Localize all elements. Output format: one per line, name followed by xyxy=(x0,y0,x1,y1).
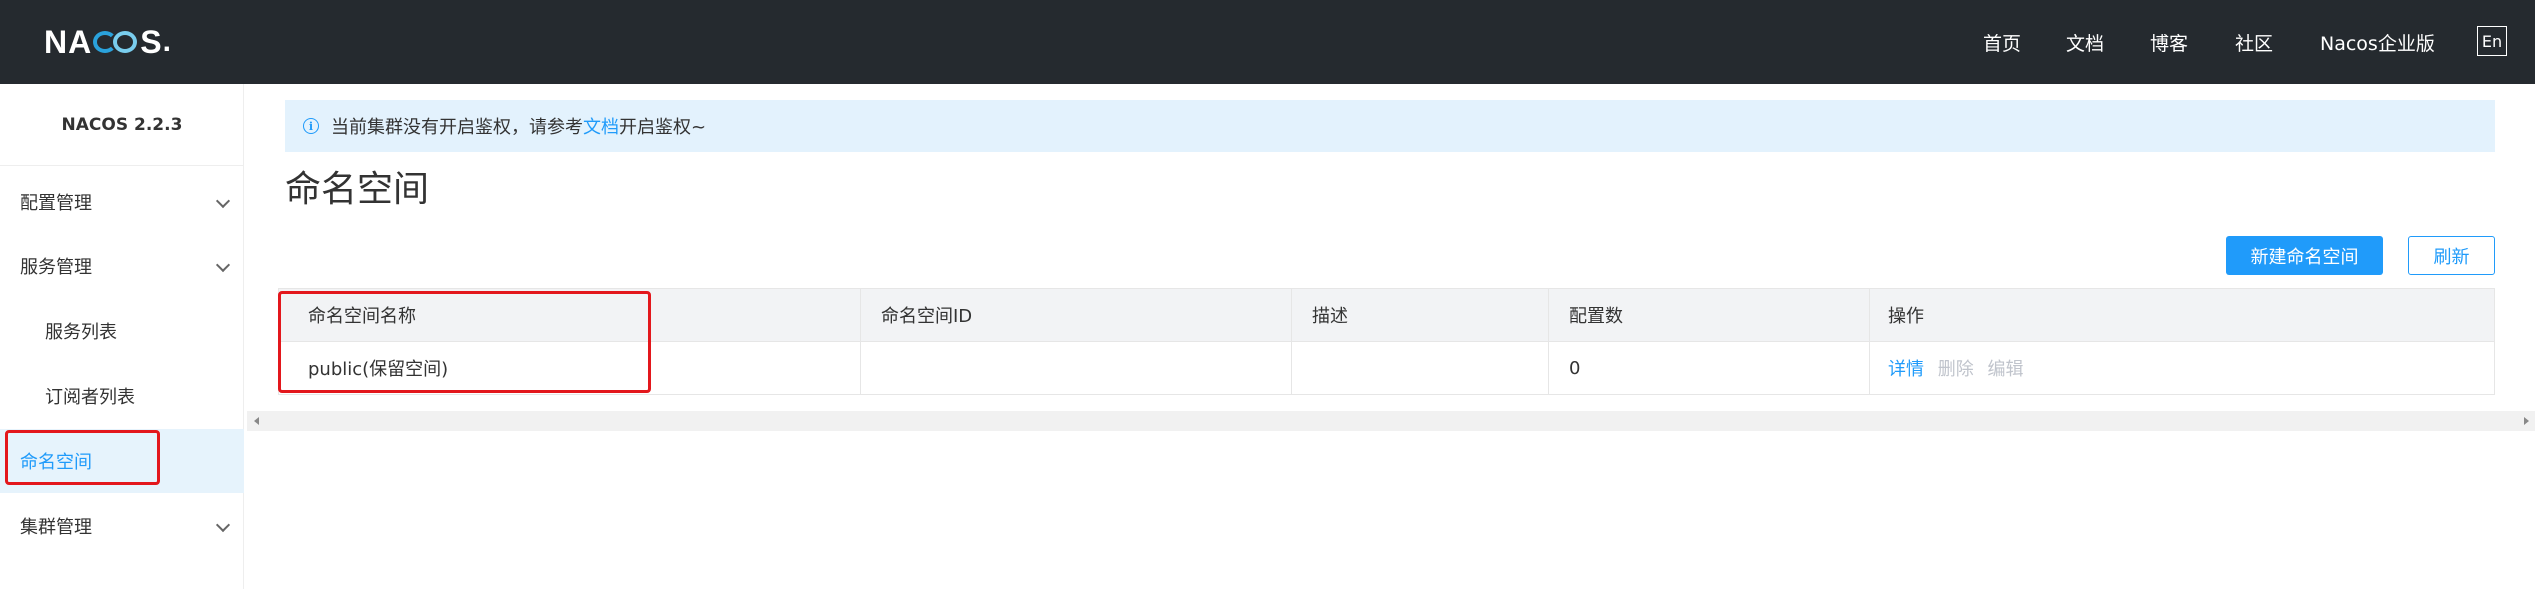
refresh-button[interactable]: 刷新 xyxy=(2408,236,2495,275)
column-header-label: 命名空间ID xyxy=(881,306,973,327)
column-header-id: 命名空间ID xyxy=(861,289,1292,341)
cell-actions: 详情 删除 编辑 xyxy=(1870,342,2495,394)
nav-enterprise[interactable]: Nacos企业版 xyxy=(2320,29,2435,56)
chevron-down-icon xyxy=(215,193,231,209)
highlight-box-namespace-name xyxy=(278,291,651,393)
auth-notice: i 当前集群没有开启鉴权，请参考文档开启鉴权~ xyxy=(285,100,2495,152)
chevron-down-icon xyxy=(215,517,231,533)
detail-link[interactable]: 详情 xyxy=(1888,359,1924,380)
sidebar-item-service-list[interactable]: 服务列表 xyxy=(0,299,244,363)
nav-home[interactable]: 首页 xyxy=(1983,29,2021,56)
scroll-right-arrow-icon[interactable] xyxy=(2524,417,2529,425)
top-navbar: NA S. 首页 文档 博客 社区 Nacos企业版 En xyxy=(0,0,2535,84)
chevron-down-icon xyxy=(215,257,231,273)
notice-prefix: 当前集群没有开启鉴权，请参考 xyxy=(331,117,583,138)
column-header-label: 操作 xyxy=(1888,306,1924,327)
cell-description xyxy=(1292,342,1549,394)
nav-docs[interactable]: 文档 xyxy=(2066,29,2104,56)
notice-suffix: 开启鉴权~ xyxy=(619,117,707,138)
sidebar-item-label: 集群管理 xyxy=(20,517,92,538)
nacos-logo[interactable]: NA S. xyxy=(44,24,172,60)
column-header-actions: 操作 xyxy=(1870,289,2495,341)
sidebar-item-subscriber-list[interactable]: 订阅者列表 xyxy=(0,364,244,428)
new-namespace-button[interactable]: 新建命名空间 xyxy=(2226,236,2383,275)
nav-community[interactable]: 社区 xyxy=(2235,29,2273,56)
column-header-config-count: 配置数 xyxy=(1549,289,1870,341)
sidebar-item-label: 订阅者列表 xyxy=(45,387,135,408)
logo-co-mark xyxy=(93,28,139,56)
cell-config-count: 0 xyxy=(1549,342,1870,394)
sidebar-item-config-management[interactable]: 配置管理 xyxy=(0,170,244,234)
delete-link: 删除 xyxy=(1937,359,1974,380)
column-header-label: 配置数 xyxy=(1569,306,1623,327)
highlight-box-namespace-menu xyxy=(5,430,160,485)
sidebar-item-service-management[interactable]: 服务管理 xyxy=(0,234,244,298)
version-label: NACOS 2.2.3 xyxy=(0,84,244,166)
nav-blog[interactable]: 博客 xyxy=(2150,29,2188,56)
row-actions: 详情 删除 编辑 xyxy=(1888,355,2023,381)
scroll-left-arrow-icon[interactable] xyxy=(254,417,259,425)
column-header-label: 描述 xyxy=(1312,306,1348,327)
info-icon: i xyxy=(303,118,319,134)
horizontal-scrollbar[interactable] xyxy=(247,411,2535,431)
sidebar: NACOS 2.2.3 配置管理 服务管理 服务列表 订阅者列表 命名空间 集群… xyxy=(0,84,244,589)
edit-link: 编辑 xyxy=(1987,359,2024,380)
cell-namespace-id xyxy=(861,342,1292,394)
page-title: 命名空间 xyxy=(285,169,430,210)
sidebar-item-label: 服务管理 xyxy=(20,257,92,278)
sidebar-item-label: 服务列表 xyxy=(45,322,117,343)
notice-docs-link[interactable]: 文档 xyxy=(583,117,619,138)
sidebar-item-label: 配置管理 xyxy=(20,193,92,214)
notice-text: 当前集群没有开启鉴权，请参考文档开启鉴权~ xyxy=(331,113,706,139)
language-switch-button[interactable]: En xyxy=(2477,26,2507,56)
column-header-desc: 描述 xyxy=(1292,289,1549,341)
config-count: 0 xyxy=(1569,357,1581,379)
sidebar-item-cluster-management[interactable]: 集群管理 xyxy=(0,494,244,558)
